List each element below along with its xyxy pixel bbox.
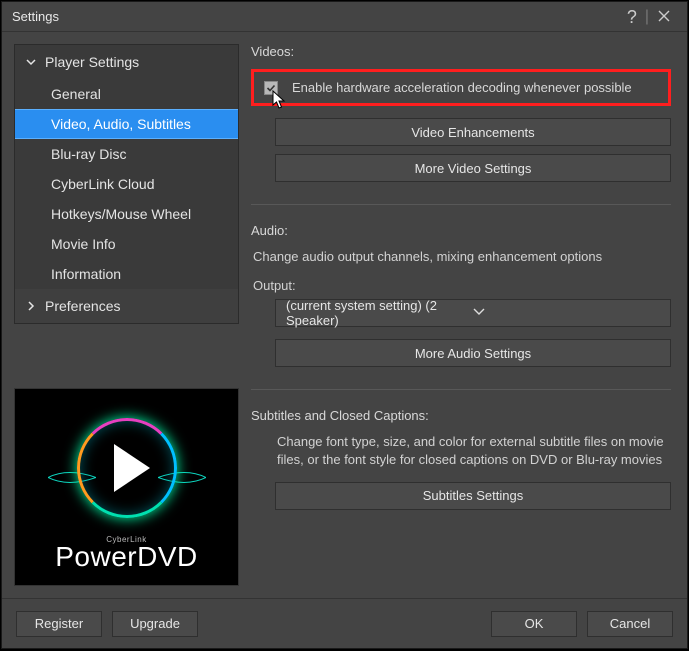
close-button[interactable] (651, 8, 677, 26)
audio-output-value: (current system setting) (2 Speaker) (286, 298, 473, 328)
nav-item-cyberlink-cloud[interactable]: CyberLink Cloud (15, 169, 238, 199)
more-video-settings-button[interactable]: More Video Settings (275, 154, 671, 182)
audio-output-select[interactable]: (current system setting) (2 Speaker) (275, 299, 671, 327)
videos-section-title: Videos: (251, 44, 671, 59)
nav-item-video-audio-subtitles[interactable]: Video, Audio, Subtitles (15, 109, 238, 139)
play-icon (114, 444, 150, 492)
titlebar: Settings ? | (2, 2, 687, 32)
nav-group-preferences[interactable]: Preferences (15, 289, 238, 323)
chevron-down-icon (473, 307, 660, 319)
settings-nav: Player Settings General Video, Audio, Su… (14, 44, 239, 324)
audio-desc: Change audio output channels, mixing enh… (253, 248, 669, 266)
nav-group-label: Preferences (45, 298, 120, 314)
highlighted-option: Enable hardware acceleration decoding wh… (251, 69, 671, 106)
nav-item-information[interactable]: Information (15, 259, 238, 289)
output-label: Output: (253, 278, 669, 293)
divider (251, 389, 671, 390)
cancel-button[interactable]: Cancel (587, 611, 673, 637)
nav-item-general[interactable]: General (15, 79, 238, 109)
divider (251, 204, 671, 205)
nav-group-player-settings[interactable]: Player Settings (15, 45, 238, 79)
subtitles-settings-button[interactable]: Subtitles Settings (275, 482, 671, 510)
nav-item-bluray-disc[interactable]: Blu-ray Disc (15, 139, 238, 169)
ok-button[interactable]: OK (491, 611, 577, 637)
titlebar-separator: | (643, 8, 651, 26)
video-enhancements-button[interactable]: Video Enhancements (275, 118, 671, 146)
subtitles-desc: Change font type, size, and color for ex… (277, 433, 669, 469)
chevron-right-icon (25, 301, 37, 311)
audio-section-title: Audio: (251, 223, 671, 238)
nav-group-label: Player Settings (45, 54, 139, 70)
register-button[interactable]: Register (16, 611, 102, 637)
logo-text: CyberLink PowerDVD (55, 539, 197, 577)
nav-item-movie-info[interactable]: Movie Info (15, 229, 238, 259)
chevron-down-icon (25, 57, 37, 67)
subtitles-section-title: Subtitles and Closed Captions: (251, 408, 671, 423)
window-title: Settings (12, 9, 621, 24)
help-button[interactable]: ? (621, 8, 643, 26)
enable-hw-accel-label: Enable hardware acceleration decoding wh… (292, 80, 632, 95)
enable-hw-accel-checkbox[interactable] (264, 81, 278, 95)
nav-item-hotkeys-mouse-wheel[interactable]: Hotkeys/Mouse Wheel (15, 199, 238, 229)
more-audio-settings-button[interactable]: More Audio Settings (275, 339, 671, 367)
product-logo: CyberLink PowerDVD (14, 388, 239, 586)
dialog-footer: Register Upgrade OK Cancel (2, 598, 687, 648)
upgrade-button[interactable]: Upgrade (112, 611, 198, 637)
